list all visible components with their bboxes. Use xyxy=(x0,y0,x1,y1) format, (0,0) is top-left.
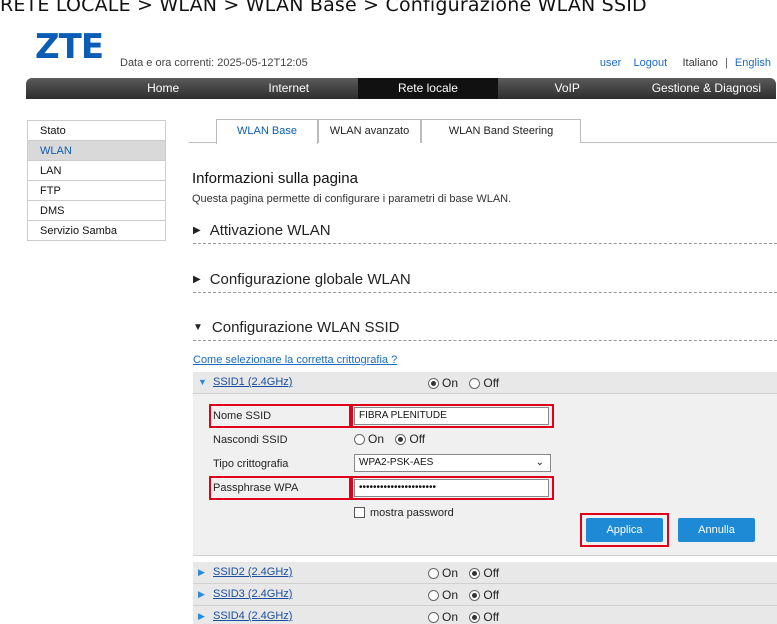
section-label: Configurazione globale WLAN xyxy=(209,271,411,288)
highlight-box xyxy=(351,404,554,428)
ssid2-on-radio[interactable] xyxy=(428,568,439,579)
highlight-box xyxy=(580,513,669,547)
sidebar-item-ftp[interactable]: FTP xyxy=(28,181,165,201)
radio-label: Off xyxy=(483,376,500,390)
sidebar-item-samba[interactable]: Servizio Samba xyxy=(28,221,165,241)
sidebar-item-lan[interactable]: LAN xyxy=(28,161,165,181)
ssid3-row: ▶ SSID3 (2.4GHz) On Off xyxy=(193,584,777,606)
chevron-down-icon: ⌄ xyxy=(535,457,544,468)
hide-ssid-off-radio[interactable] xyxy=(395,434,407,445)
ssid4-row: ▶ SSID4 (2.4GHz) On Off xyxy=(193,606,777,624)
ssid2-onoff: On Off xyxy=(428,566,507,580)
radio-label: On xyxy=(442,376,459,390)
ssid4-link[interactable]: SSID4 (2.4GHz) xyxy=(213,610,292,622)
encryption-label: Tipo crittografia xyxy=(213,458,289,470)
sidebar-item-stato[interactable]: Stato xyxy=(28,121,165,141)
ssid2-link[interactable]: SSID2 (2.4GHz) xyxy=(213,566,292,578)
triangle-right-icon: ▶ xyxy=(193,225,201,236)
nav-internet[interactable]: Internet xyxy=(219,78,358,99)
encryption-value: WPA2-PSK-AES xyxy=(359,457,434,468)
section-label: Attivazione WLAN xyxy=(209,222,331,239)
sidebar-item-dms[interactable]: DMS xyxy=(28,201,165,221)
page-description: Questa pagina permette di configurare i … xyxy=(192,193,512,205)
show-password-label: mostra password xyxy=(370,507,454,519)
sidebar: Stato WLAN LAN FTP DMS Servizio Samba xyxy=(27,120,166,241)
zte-logo: ZTE xyxy=(35,27,104,67)
show-password-checkbox[interactable] xyxy=(354,507,365,518)
section-configurazione-ssid[interactable]: ▼ Configurazione WLAN SSID xyxy=(193,319,777,341)
ssid4-off-radio[interactable] xyxy=(469,612,481,623)
section-attivazione-wlan[interactable]: ▶ Attivazione WLAN xyxy=(193,222,777,244)
ssid3-on-radio[interactable] xyxy=(428,590,439,601)
triangle-right-icon[interactable]: ▶ xyxy=(198,567,205,578)
ssid4-onoff: On Off xyxy=(428,610,507,624)
section-configurazione-globale[interactable]: ▶ Configurazione globale WLAN xyxy=(193,271,777,293)
page-title: Informazioni sulla pagina xyxy=(192,170,358,187)
radio-label: On xyxy=(442,588,459,602)
ssid4-on-radio[interactable] xyxy=(428,612,439,623)
language-separator: | xyxy=(725,57,728,69)
cancel-button[interactable]: Annulla xyxy=(678,518,755,542)
triangle-down-icon[interactable]: ▼ xyxy=(198,377,207,387)
language-italiano-link[interactable]: Italiano xyxy=(682,57,717,69)
ssid1-link[interactable]: SSID1 (2.4GHz) xyxy=(213,376,292,388)
tab-wlan-base[interactable]: WLAN Base xyxy=(216,119,318,144)
top-links: user Logout Italiano | English xyxy=(600,57,771,69)
ssid3-link[interactable]: SSID3 (2.4GHz) xyxy=(213,588,292,600)
hide-ssid-label: Nascondi SSID xyxy=(213,434,288,446)
hide-ssid-on-radio[interactable] xyxy=(354,434,365,445)
radio-label: Off xyxy=(483,610,500,624)
ssid1-row: ▼ SSID1 (2.4GHz) On Off xyxy=(193,372,777,394)
current-datetime: Data e ora correnti: 2025-05-12T12:05 xyxy=(120,57,308,69)
triangle-right-icon[interactable]: ▶ xyxy=(198,589,205,600)
triangle-right-icon[interactable]: ▶ xyxy=(198,611,205,622)
logout-link[interactable]: Logout xyxy=(634,57,668,69)
show-password-row: mostra password xyxy=(354,507,454,519)
triangle-down-icon: ▼ xyxy=(193,322,203,333)
hide-ssid-onoff: On Off xyxy=(354,432,425,446)
tab-wlan-band-steering[interactable]: WLAN Band Steering xyxy=(421,119,581,143)
triangle-right-icon: ▶ xyxy=(193,274,201,285)
ssid3-off-radio[interactable] xyxy=(469,590,481,601)
tab-wlan-avanzato[interactable]: WLAN avanzato xyxy=(318,119,421,143)
ssid3-onoff: On Off xyxy=(428,588,507,602)
nav-rete-locale[interactable]: Rete locale xyxy=(358,78,498,99)
ssid1-settings-panel: Nome SSID FIBRA PLENITUDE Nascondi SSID … xyxy=(193,394,777,556)
radio-label: On xyxy=(442,566,459,580)
tab-bar: WLAN Base WLAN avanzato WLAN Band Steeri… xyxy=(189,119,777,144)
ssid2-row: ▶ SSID2 (2.4GHz) On Off xyxy=(193,562,777,584)
breadcrumb: RETE LOCALE > WLAN > WLAN Base > Configu… xyxy=(0,0,647,16)
highlight-box xyxy=(209,476,351,500)
radio-label: On xyxy=(368,432,385,446)
ssid2-off-radio[interactable] xyxy=(469,568,481,579)
sidebar-item-wlan[interactable]: WLAN xyxy=(28,141,165,161)
ssid1-off-radio[interactable] xyxy=(469,378,481,389)
encryption-help-link[interactable]: Come selezionare la corretta crittografi… xyxy=(193,354,397,366)
ssid1-on-radio[interactable] xyxy=(428,378,439,389)
highlight-box xyxy=(351,476,554,500)
highlight-box xyxy=(209,404,351,428)
nav-voip[interactable]: VoIP xyxy=(498,78,637,99)
radio-label: Off xyxy=(409,432,426,446)
language-english-link[interactable]: English xyxy=(735,57,771,69)
radio-label: Off xyxy=(483,588,500,602)
encryption-select[interactable]: WPA2-PSK-AES ⌄ xyxy=(354,454,551,472)
section-label: Configurazione WLAN SSID xyxy=(211,319,400,336)
nav-gestione-diagnosi[interactable]: Gestione & Diagnosi xyxy=(637,78,776,99)
nav-home[interactable]: Home xyxy=(26,78,219,99)
radio-label: On xyxy=(442,610,459,624)
ssid1-onoff: On Off xyxy=(428,376,507,390)
user-link[interactable]: user xyxy=(600,57,621,69)
radio-label: Off xyxy=(483,566,500,580)
main-nav: Home Internet Rete locale VoIP Gestione … xyxy=(26,78,776,99)
